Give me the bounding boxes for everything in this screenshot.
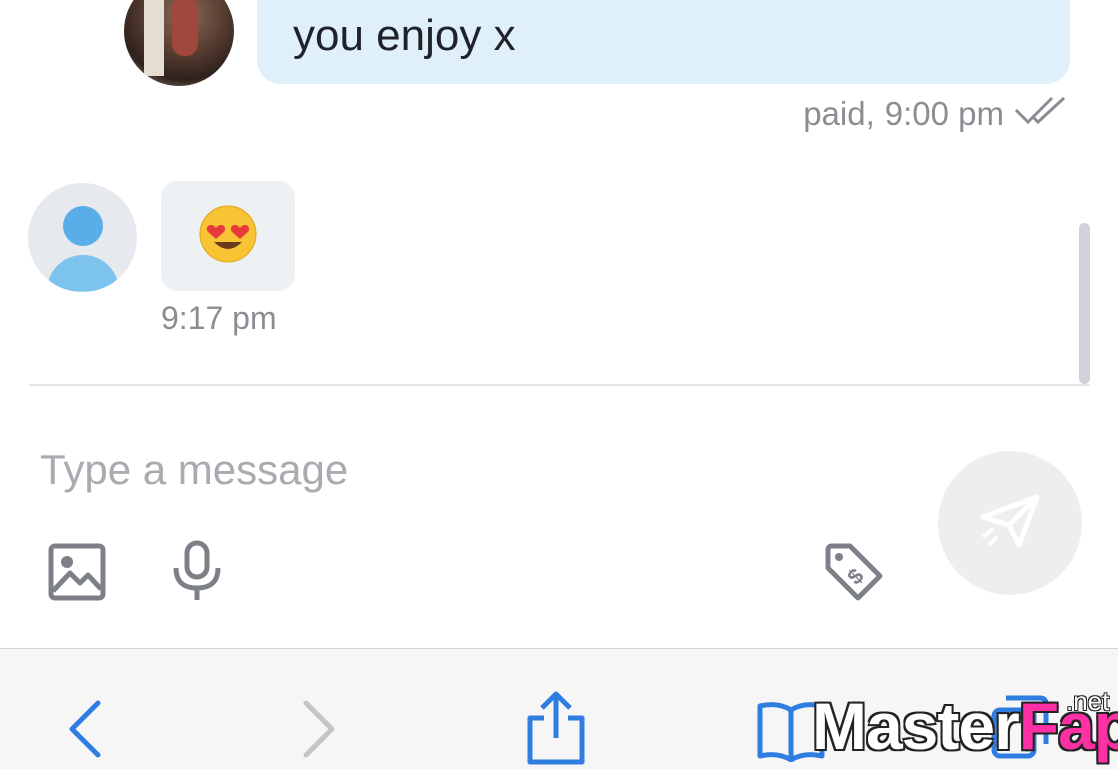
watermark-part1: Master (812, 689, 1020, 763)
microphone-icon[interactable] (170, 540, 224, 602)
share-icon[interactable] (524, 690, 588, 766)
sent-message-text: you enjoy x (293, 11, 516, 60)
sent-message-meta: paid, 9:00 pm (796, 92, 1070, 136)
avatar-photo-figure (172, 0, 198, 56)
message-input[interactable] (40, 440, 900, 500)
message-status: paid, (803, 95, 875, 132)
message-time: 9:00 pm (884, 95, 1004, 132)
avatar-photo-detail (144, 0, 164, 76)
back-icon[interactable] (60, 698, 108, 760)
paper-plane-icon (979, 493, 1041, 554)
watermark-suffix: .net (1066, 686, 1110, 716)
image-icon[interactable] (48, 543, 106, 601)
default-user-icon[interactable] (28, 183, 137, 292)
sender-avatar[interactable] (124, 0, 234, 86)
forward-icon[interactable] (296, 698, 344, 760)
received-message-bubble (161, 181, 295, 291)
send-button[interactable] (938, 451, 1082, 595)
received-message-time: 9:17 pm (161, 300, 277, 336)
double-check-icon (1014, 94, 1070, 134)
composer-divider (29, 384, 1090, 386)
price-tag-dollar-icon[interactable]: $ (822, 540, 886, 604)
heart-eyes-emoji (198, 204, 258, 269)
scrollbar[interactable] (1079, 223, 1090, 384)
